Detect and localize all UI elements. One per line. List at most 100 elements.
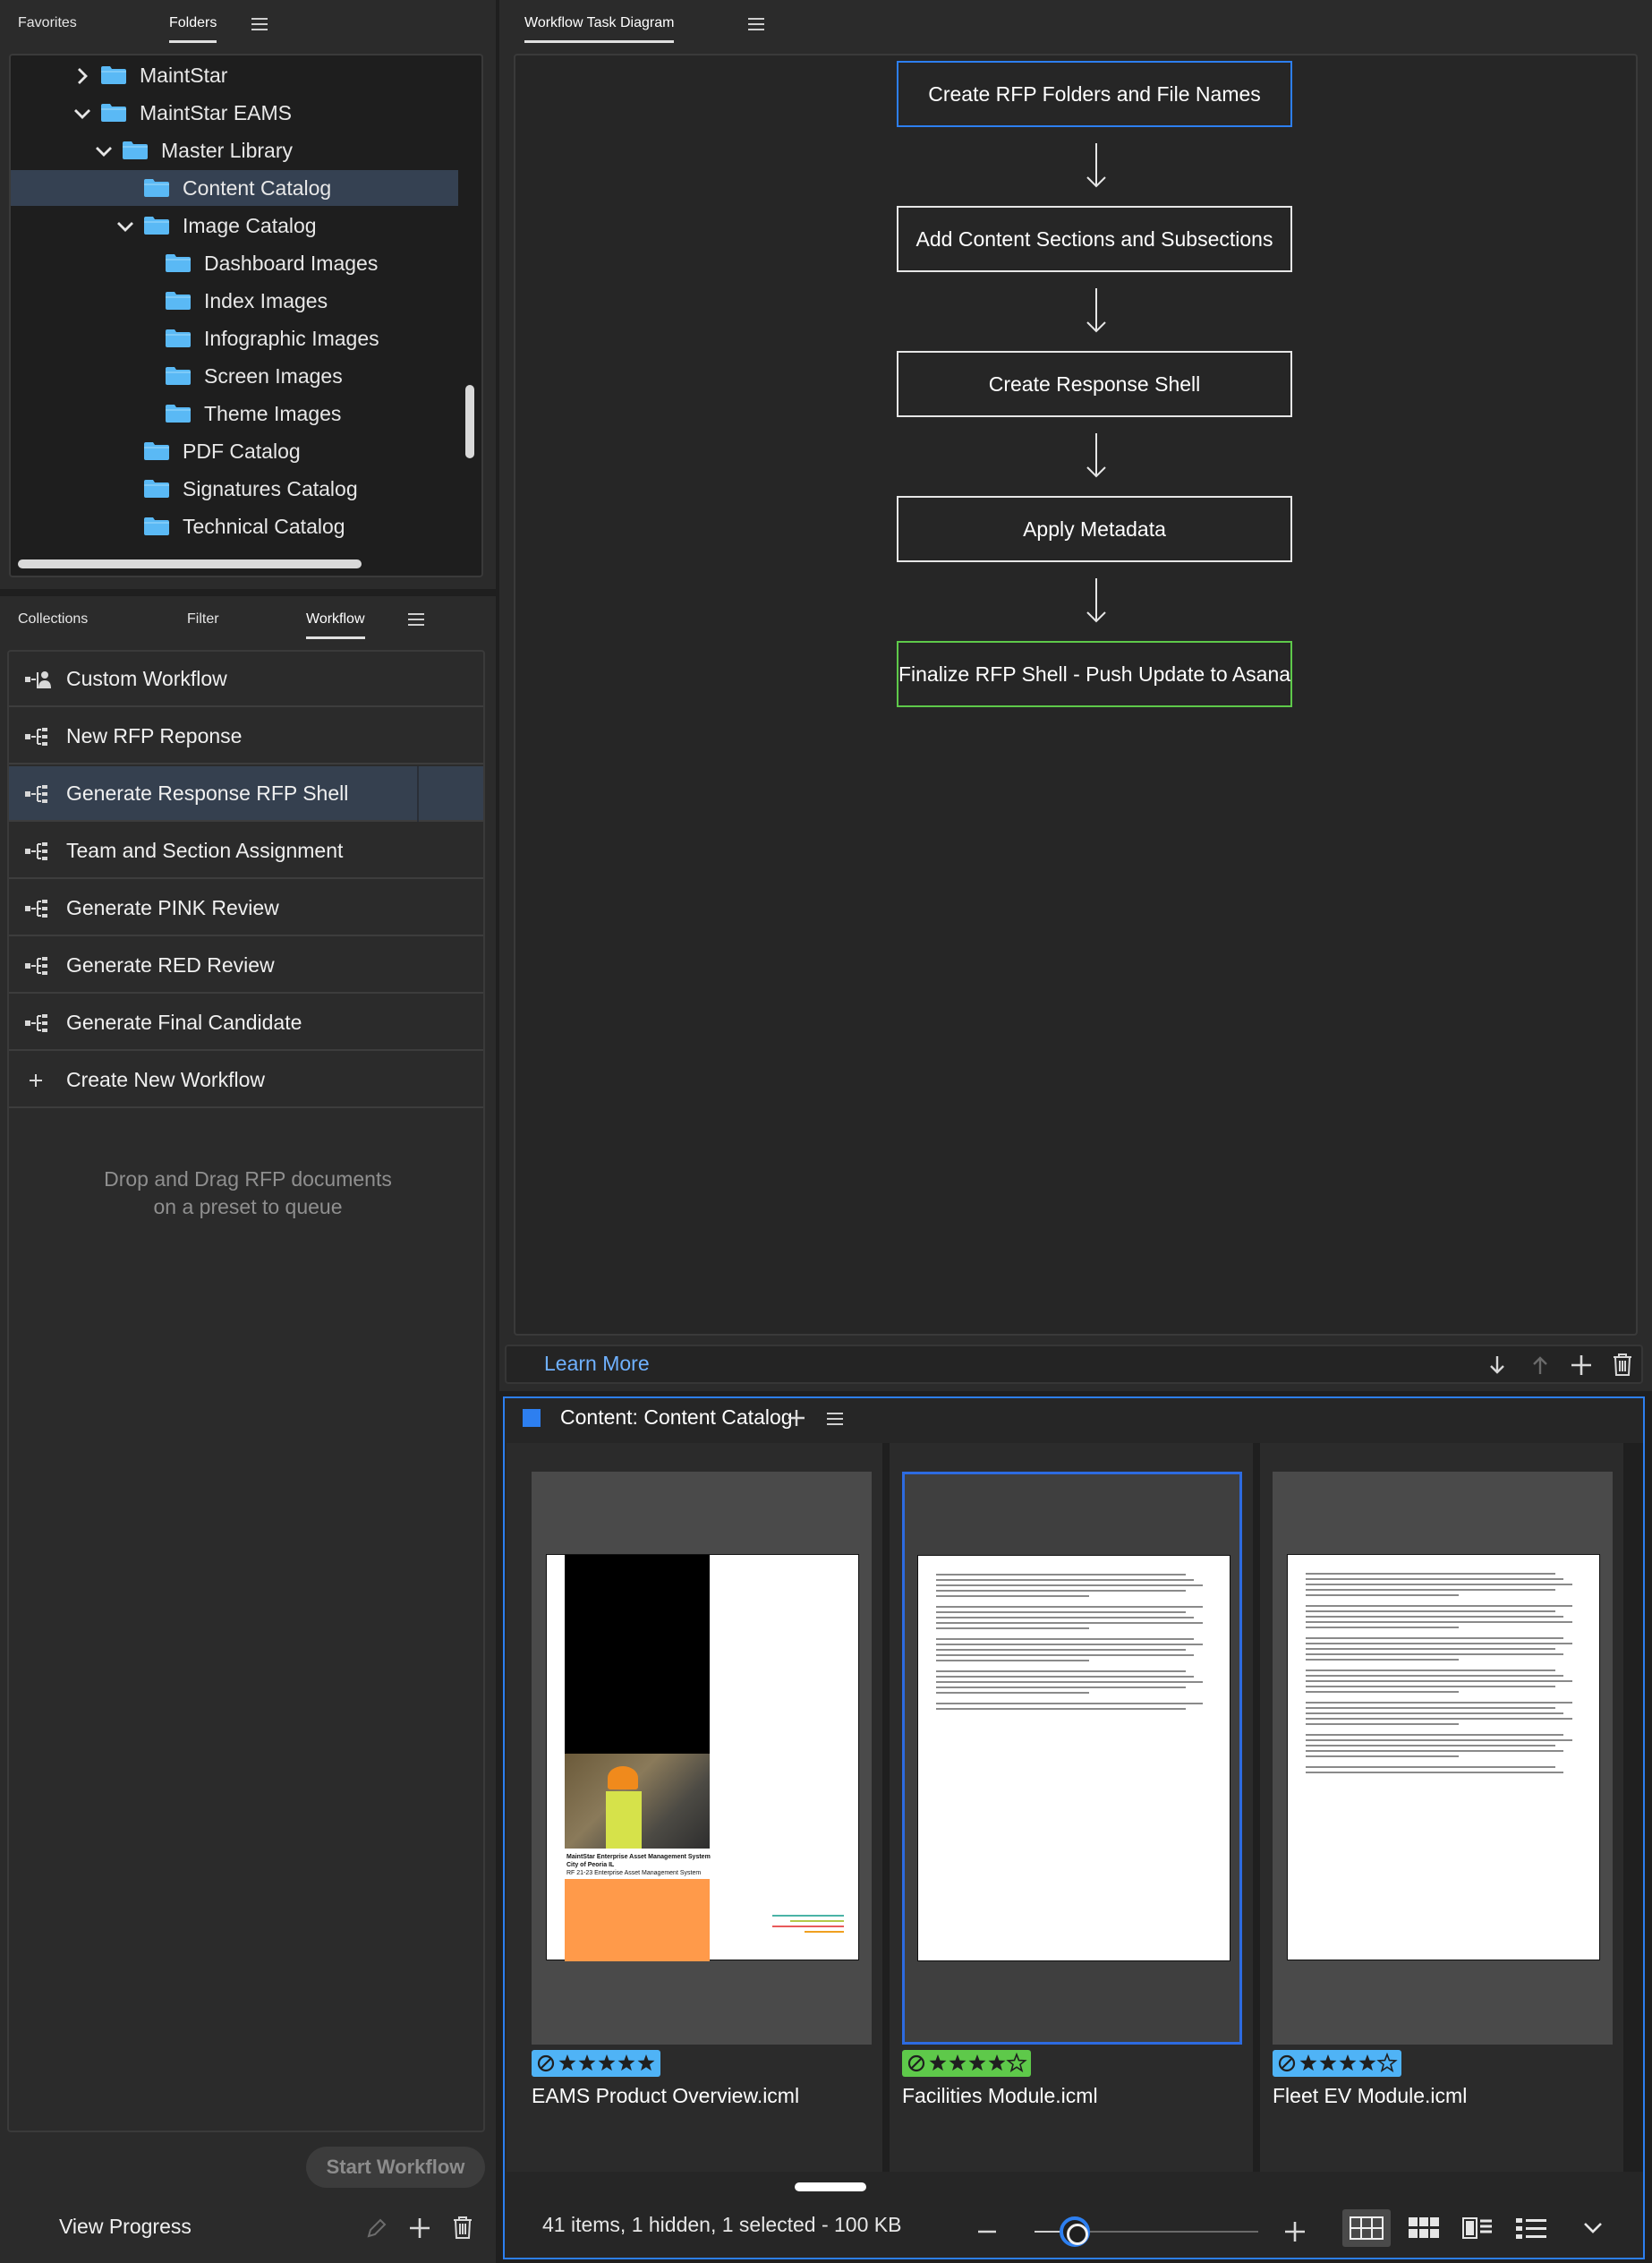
folders-menu-icon[interactable]	[251, 18, 268, 30]
chevron-down-icon[interactable]	[95, 141, 113, 159]
edit-pencil-icon[interactable]	[365, 2216, 388, 2240]
workflow-diagram-panel: Workflow Task Diagram Create RFP Folders…	[499, 0, 1652, 1391]
status-text: 41 items, 1 hidden, 1 selected - 100 KB	[542, 2213, 902, 2236]
workflow-preset[interactable]: New RFP Reponse	[9, 709, 483, 764]
workflow-preset-label: Generate Final Candidate	[66, 1010, 302, 1034]
thumbnail-frame[interactable]	[1273, 1472, 1613, 2045]
thumbnail-frame[interactable]	[902, 1472, 1242, 2045]
folder-row[interactable]: Dashboard Images	[11, 245, 458, 281]
folder-row[interactable]: Content Catalog	[11, 170, 458, 206]
star-rating[interactable]	[902, 2050, 1031, 2077]
diagram-canvas: Create RFP Folders and File Names Add Con…	[514, 54, 1638, 1336]
view-progress-link[interactable]: View Progress	[59, 2215, 192, 2239]
folder-icon	[143, 178, 170, 198]
folder-tree-vertical-scrollbar[interactable]	[465, 385, 474, 458]
folder-row[interactable]: Signatures Catalog	[11, 471, 458, 507]
view-options-dropdown[interactable]	[1575, 2209, 1611, 2247]
zoom-slider-handle[interactable]	[1060, 2216, 1090, 2247]
folder-label: PDF Catalog	[183, 439, 301, 463]
folder-row[interactable]: MaintStar	[11, 57, 458, 93]
workflow-preset[interactable]: Generate Final Candidate	[9, 995, 483, 1051]
workflow-preset-list: Custom Workflow New RFP Reponse Generate R…	[7, 650, 485, 2132]
tab-filter[interactable]: Filter	[187, 596, 219, 643]
workflow-icon	[25, 784, 52, 804]
workflow-step-box[interactable]: Apply Metadata	[897, 496, 1292, 562]
workflow-preset[interactable]: Generate Response RFP Shell	[9, 766, 483, 822]
grid-large-icon	[1350, 2216, 1384, 2240]
cover-line-2: City of Peoria IL	[566, 1862, 615, 1868]
grid-view-small-button[interactable]	[1400, 2209, 1448, 2247]
folder-icon	[100, 103, 127, 123]
workflow-step-box[interactable]: Add Content Sections and Subsections	[897, 206, 1292, 272]
workflow-preset[interactable]: Generate PINK Review	[9, 881, 483, 936]
grid-view-large-button[interactable]	[1342, 2209, 1391, 2247]
list-view-button[interactable]	[1507, 2209, 1555, 2247]
zoom-in-icon[interactable]	[1283, 2220, 1307, 2243]
folder-icon	[122, 141, 149, 160]
workflow-preset-label: Create New Workflow	[66, 1067, 265, 1091]
star-rating[interactable]	[532, 2050, 660, 2077]
filmstrip-view-button[interactable]	[1453, 2209, 1502, 2247]
folder-icon	[165, 253, 192, 273]
add-content-icon[interactable]	[788, 1409, 805, 1427]
workflow-menu-icon[interactable]	[408, 613, 424, 626]
move-down-icon[interactable]	[1486, 1354, 1509, 1377]
folder-row[interactable]: Infographic Images	[11, 320, 458, 356]
add-step-icon[interactable]	[1570, 1354, 1593, 1377]
content-menu-icon[interactable]	[827, 1413, 843, 1425]
workflow-preset[interactable]: Generate RED Review	[9, 938, 483, 994]
folder-row[interactable]: Screen Images	[11, 358, 458, 394]
cover-line-3: RF 21-23 Enterprise Asset Management Sys…	[566, 1870, 702, 1876]
move-up-icon[interactable]	[1529, 1354, 1552, 1377]
workflow-icon	[25, 899, 52, 918]
drop-hint-line-1: Drop and Drag RFP documents	[104, 1167, 392, 1191]
document-page-preview	[1287, 1554, 1600, 1960]
zoom-out-icon[interactable]	[975, 2220, 999, 2243]
thumbnail-horizontal-scrollbar[interactable]	[795, 2182, 866, 2191]
content-filename[interactable]: Fleet EV Module.icml	[1273, 2084, 1467, 2108]
folder-row[interactable]: Theme Images	[11, 396, 458, 431]
tab-workflow[interactable]: Workflow	[306, 596, 365, 643]
tab-favorites[interactable]: Favorites	[18, 0, 77, 47]
folder-tree-horizontal-scrollbar[interactable]	[18, 559, 362, 568]
folder-row[interactable]: Master Library	[11, 132, 458, 168]
content-panel-title: Content: Content Catalog	[560, 1405, 793, 1429]
content-filename[interactable]: EAMS Product Overview.icml	[532, 2084, 799, 2108]
folder-icon	[165, 291, 192, 311]
folder-row[interactable]: MaintStar EAMS	[11, 95, 458, 131]
workflow-step-box[interactable]: Finalize RFP Shell - Push Update to Asan…	[897, 641, 1292, 707]
content-item[interactable]: Fleet EV Module.icml	[1260, 1443, 1623, 2172]
content-item[interactable]: Facilities Module.icml	[890, 1443, 1253, 2172]
chevron-right-icon[interactable]	[73, 66, 91, 84]
chevron-down-icon[interactable]	[73, 104, 91, 122]
workflow-preset[interactable]: Custom Workflow	[9, 652, 483, 707]
flow-arrow-icon	[1085, 431, 1108, 480]
workflow-step-box[interactable]: Create RFP Folders and File Names	[897, 61, 1292, 127]
content-filename[interactable]: Facilities Module.icml	[902, 2084, 1098, 2108]
folder-label: MaintStar	[140, 63, 228, 87]
star-rating[interactable]	[1273, 2050, 1401, 2077]
folder-row[interactable]: Technical Catalog	[11, 508, 458, 544]
diagram-menu-icon[interactable]	[748, 18, 764, 30]
thumbnail-frame[interactable]: MaintStar Enterprise Asset Management Sy…	[532, 1472, 872, 2045]
folder-label: Theme Images	[204, 401, 342, 425]
tab-folders[interactable]: Folders	[169, 0, 217, 47]
add-preset-icon[interactable]	[408, 2216, 431, 2240]
folder-row[interactable]: Index Images	[11, 283, 458, 319]
delete-preset-icon[interactable]	[451, 2215, 474, 2239]
folder-label: Index Images	[204, 288, 328, 312]
tab-collections[interactable]: Collections	[18, 596, 88, 643]
folder-row[interactable]: Image Catalog	[11, 208, 458, 243]
thumbnail-grid: MaintStar Enterprise Asset Management Sy…	[507, 1443, 1643, 2191]
custom-workflow-icon	[25, 670, 52, 689]
content-item[interactable]: MaintStar Enterprise Asset Management Sy…	[519, 1443, 882, 2172]
learn-more-link[interactable]: Learn More	[544, 1352, 650, 1376]
chevron-down-icon[interactable]	[116, 217, 134, 235]
workflow-preset[interactable]: Team and Section Assignment	[9, 824, 483, 879]
start-workflow-button[interactable]: Start Workflow	[306, 2147, 485, 2188]
workflow-step-box[interactable]: Create Response Shell	[897, 351, 1292, 417]
delete-step-icon[interactable]	[1611, 1352, 1634, 1376]
folder-row[interactable]: PDF Catalog	[11, 433, 458, 469]
workflow-preset-label: Custom Workflow	[66, 666, 227, 690]
workflow-preset[interactable]: Create New Workflow	[9, 1053, 483, 1108]
